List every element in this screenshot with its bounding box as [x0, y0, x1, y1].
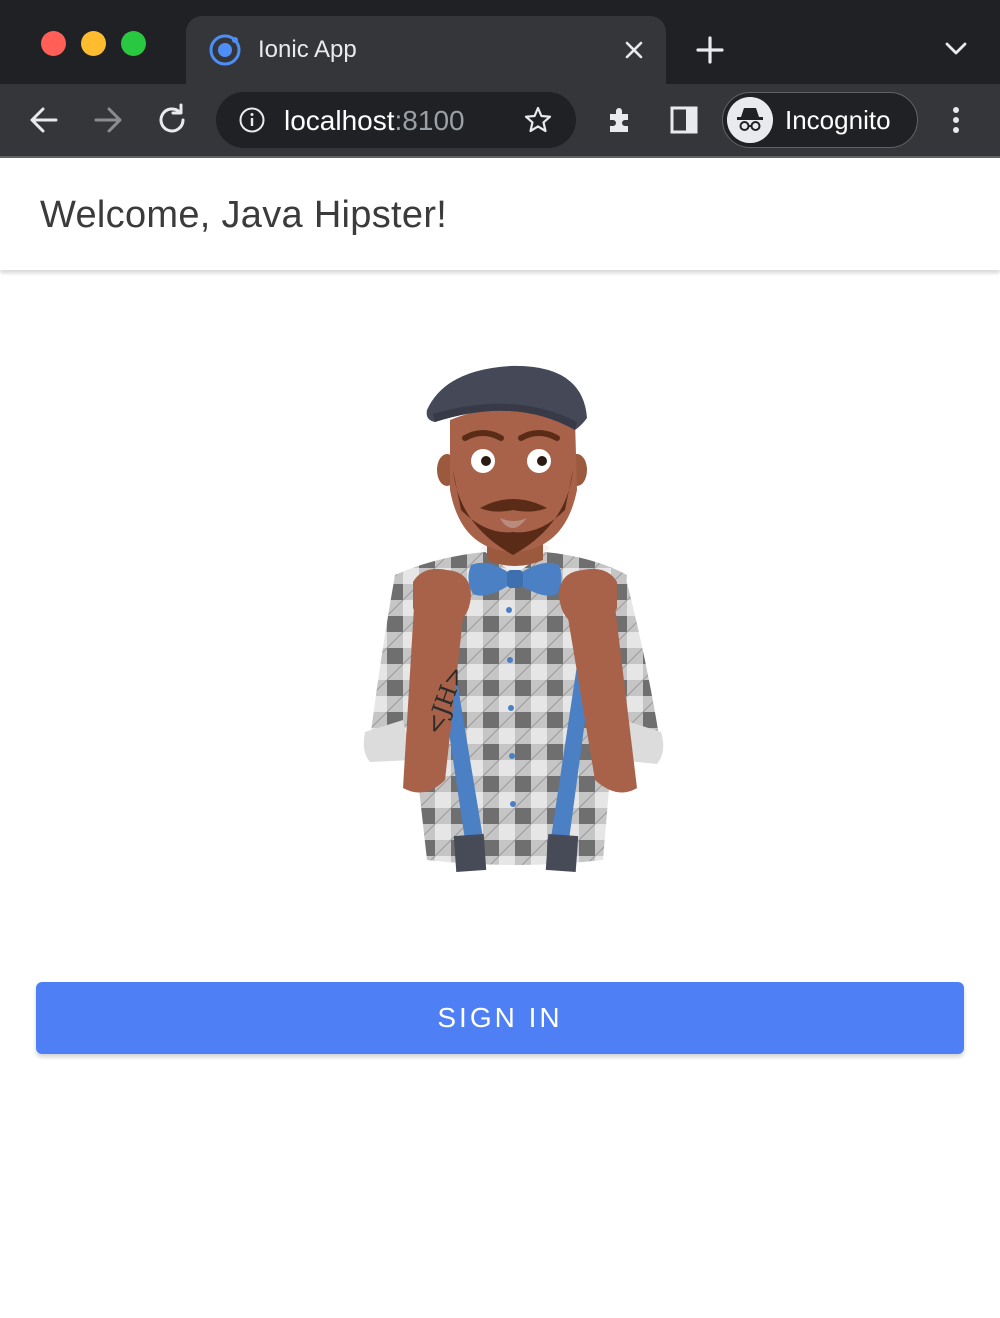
- minimize-window-button[interactable]: [81, 31, 106, 56]
- url-port: :8100: [394, 105, 465, 136]
- profile-label: Incognito: [785, 105, 891, 135]
- page-title: Welcome, Java Hipster!: [40, 194, 448, 236]
- extensions-puzzle-icon[interactable]: [600, 100, 640, 140]
- url-text: localhost:8100: [284, 105, 465, 137]
- incognito-icon: [727, 97, 773, 143]
- side-panel-icon[interactable]: [664, 100, 704, 140]
- close-window-button[interactable]: [41, 31, 66, 56]
- new-tab-icon[interactable]: [690, 30, 730, 70]
- maximize-window-button[interactable]: [121, 31, 146, 56]
- incognito-profile-button[interactable]: Incognito: [722, 92, 918, 148]
- url-host: localhost: [284, 105, 395, 136]
- more-vertical-icon[interactable]: [936, 100, 976, 140]
- forward-arrow-icon[interactable]: [88, 100, 128, 140]
- sign-in-button[interactable]: SIGN IN: [36, 982, 964, 1054]
- site-info-icon[interactable]: [238, 106, 266, 134]
- tab-title: Ionic App: [258, 36, 357, 63]
- bookmark-star-icon[interactable]: [522, 104, 554, 136]
- browser-toolbar: localhost:8100 Incognito: [0, 84, 1000, 156]
- address-bar[interactable]: localhost:8100: [216, 92, 576, 148]
- app-header: Welcome, Java Hipster!: [0, 158, 1000, 270]
- back-arrow-icon[interactable]: [24, 100, 64, 140]
- hipster-illustration: <JH>: [363, 365, 664, 873]
- ionic-logo-icon: [209, 34, 241, 66]
- browser-chrome: Ionic App localhost:8100 Incognito: [0, 0, 1000, 158]
- browser-tab-active[interactable]: Ionic App: [186, 16, 666, 84]
- close-icon[interactable]: [618, 34, 650, 66]
- tab-strip: Ionic App: [0, 0, 1000, 84]
- reload-icon[interactable]: [152, 100, 192, 140]
- chevron-down-icon[interactable]: [938, 30, 974, 66]
